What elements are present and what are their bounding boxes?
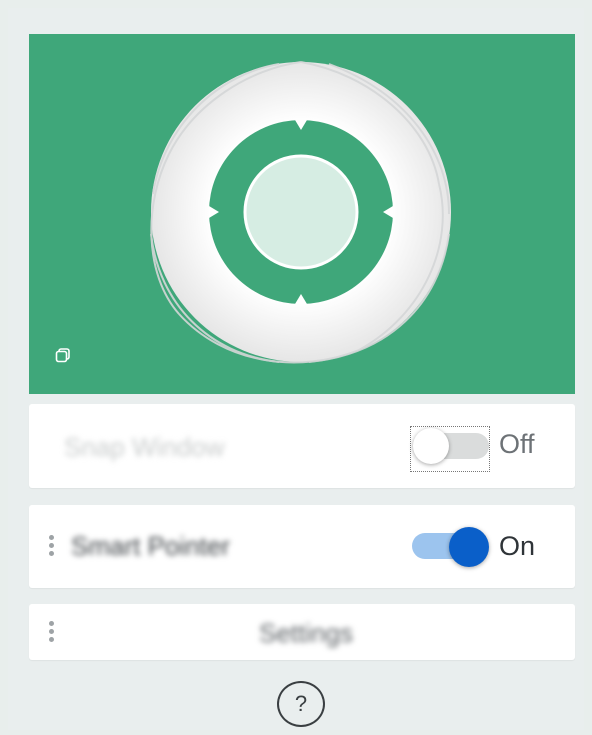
snap-window-label: Snap Window bbox=[64, 432, 225, 462]
drag-handle-icon[interactable] bbox=[49, 621, 55, 643]
drag-handle-icon[interactable] bbox=[49, 535, 55, 557]
smart-pointer-label: Smart Pointer bbox=[71, 531, 230, 561]
settings-card[interactable]: Settings bbox=[29, 604, 575, 660]
shutter-icon bbox=[150, 61, 451, 364]
snap-window-state: Off bbox=[499, 429, 535, 459]
settings-label: Settings bbox=[259, 618, 353, 648]
smart-pointer-state: On bbox=[499, 531, 536, 561]
snap-window-toggle-knob[interactable] bbox=[413, 428, 449, 464]
smart-pointer-toggle-knob[interactable] bbox=[449, 527, 489, 567]
help-button[interactable]: ? bbox=[277, 681, 325, 727]
snap-window-card: Snap Window Off bbox=[29, 404, 575, 488]
app-window: Snap Window Off Smart Pointer On Setting… bbox=[0, 0, 592, 735]
smart-pointer-card: Smart Pointer On bbox=[29, 505, 575, 588]
copy-icon[interactable] bbox=[55, 347, 71, 363]
hero-banner[interactable] bbox=[29, 34, 575, 394]
